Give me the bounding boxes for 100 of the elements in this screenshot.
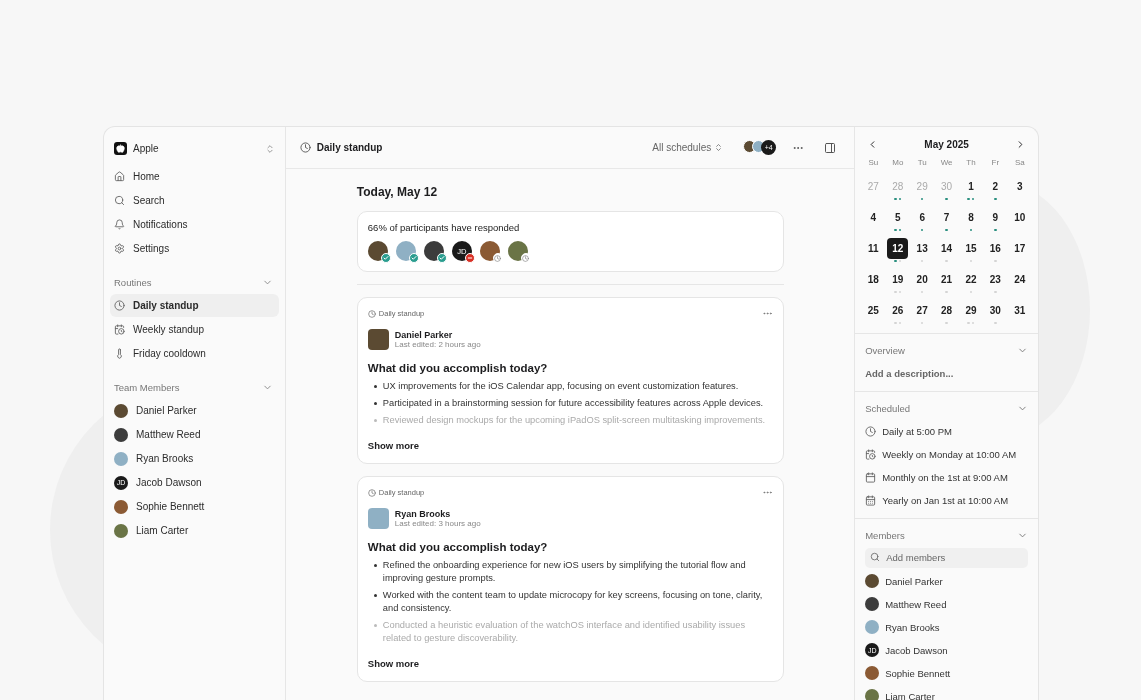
member-item[interactable]: Liam Carter bbox=[110, 519, 279, 542]
calendar-day[interactable]: 27 bbox=[911, 300, 933, 321]
calendar-clock-icon bbox=[865, 449, 877, 460]
author-name: Daniel Parker bbox=[394, 330, 454, 340]
nav-item[interactable]: Home bbox=[110, 165, 279, 188]
section-title: Overview bbox=[865, 344, 905, 356]
calendar-day[interactable]: 30 bbox=[984, 300, 1006, 321]
member-item[interactable]: Matthew Reed bbox=[865, 592, 1028, 616]
calendar-day[interactable]: 29 bbox=[960, 300, 982, 321]
member-item[interactable]: Sophie Bennett bbox=[110, 495, 279, 518]
weekday-label: Su bbox=[867, 158, 880, 169]
calendar-day[interactable]: 5 bbox=[887, 207, 909, 228]
description-field[interactable]: Add a description... bbox=[865, 368, 1028, 379]
calendar-icon bbox=[865, 472, 877, 483]
avatar bbox=[114, 427, 128, 442]
member-item[interactable]: Liam Carter bbox=[865, 684, 1028, 700]
nav-item[interactable]: Search bbox=[110, 189, 279, 212]
calendar-day[interactable]: 16 bbox=[984, 238, 1006, 259]
weekday-label: Mo bbox=[891, 158, 905, 169]
date-heading: Today, May 12 bbox=[356, 185, 439, 199]
calendar-day[interactable]: 28 bbox=[936, 300, 958, 321]
calendar-day[interactable]: 26 bbox=[887, 300, 909, 321]
workspace-switcher[interactable]: Apple bbox=[110, 137, 279, 160]
schedule-text: Daily at 5:00 PM bbox=[882, 426, 952, 437]
answer-text: Refined the onboarding experience for new iOS users by simplifying the tutorial flow and improving gesture prompts. bbox=[382, 559, 747, 585]
avatar bbox=[114, 451, 128, 466]
bullet-icon bbox=[373, 624, 377, 627]
member-item[interactable]: Sophie Bennett bbox=[865, 661, 1028, 685]
calendar-day[interactable]: 17 bbox=[1009, 238, 1031, 259]
answer-text: Worked with the content team to update microcopy for key screens, focusing on tone, clarity, and consistency. bbox=[382, 589, 764, 615]
weekday-label: Sa bbox=[1013, 158, 1026, 169]
member-item[interactable]: Daniel Parker bbox=[865, 569, 1028, 593]
month-title: May 2025 bbox=[924, 139, 969, 150]
clock-icon bbox=[299, 142, 311, 153]
calendar-day[interactable]: 24 bbox=[1009, 269, 1031, 290]
show-more-link[interactable]: Show more bbox=[367, 658, 419, 669]
calendar-day[interactable]: 21 bbox=[936, 269, 958, 290]
calendar-day[interactable]: 20 bbox=[911, 269, 933, 290]
calendar-day[interactable]: 2 bbox=[984, 176, 1006, 197]
weekday-label: We bbox=[939, 158, 954, 169]
calendar-day[interactable]: 22 bbox=[960, 269, 982, 290]
avatar bbox=[865, 689, 880, 700]
calendar-day[interactable]: 9 bbox=[984, 207, 1006, 228]
section-title: Routines bbox=[114, 276, 152, 288]
weekday-label: Fr bbox=[990, 158, 1001, 169]
calendar-day[interactable]: 31 bbox=[1009, 300, 1031, 321]
calendar-day[interactable]: 25 bbox=[862, 300, 884, 321]
nav-item[interactable]: Settings bbox=[110, 237, 279, 260]
schedule-text: Yearly on Jan 1st at 10:00 AM bbox=[882, 495, 1009, 506]
routine-item[interactable]: Weekly standup bbox=[110, 318, 279, 341]
weekday-label: Th bbox=[965, 158, 977, 169]
routine-item[interactable]: Daily standup bbox=[110, 294, 279, 317]
calendar-day[interactable]: 15 bbox=[960, 238, 982, 259]
calendar-day[interactable]: 19 bbox=[887, 269, 909, 290]
avatar bbox=[865, 597, 880, 611]
apple-logo-icon bbox=[114, 142, 127, 155]
avatar bbox=[114, 523, 128, 538]
schedule-filter[interactable]: All schedules bbox=[652, 142, 724, 153]
search-icon bbox=[114, 195, 125, 206]
show-more-link[interactable]: Show more bbox=[367, 440, 419, 451]
calendar-icon bbox=[865, 495, 877, 506]
calendar-day[interactable]: 14 bbox=[936, 238, 958, 259]
section-title: Team Members bbox=[114, 381, 180, 393]
page-title: Daily standup bbox=[316, 142, 384, 153]
nav-item[interactable]: Notifications bbox=[110, 213, 279, 236]
calendar-day[interactable]: 1 bbox=[960, 176, 982, 197]
avatar bbox=[865, 620, 880, 634]
member-item[interactable]: Daniel Parker bbox=[110, 399, 279, 422]
bullet-icon bbox=[373, 385, 377, 388]
calendar-day[interactable]: 12 bbox=[887, 238, 909, 259]
routine-item[interactable]: Friday cooldown bbox=[110, 342, 279, 365]
section-title: Scheduled bbox=[865, 402, 911, 414]
member-item[interactable]: Ryan Brooks bbox=[865, 615, 1028, 639]
bullet-icon bbox=[373, 594, 377, 597]
calendar-day[interactable]: 10 bbox=[1009, 207, 1031, 228]
add-members-field[interactable]: Add members bbox=[865, 547, 1028, 568]
answer-text: Participated in a brainstorming session for future accessibility features across Apple devices. bbox=[382, 397, 764, 410]
calendar-day[interactable]: 3 bbox=[1009, 176, 1031, 197]
calendar-day[interactable]: 7 bbox=[936, 207, 958, 228]
calendar-day[interactable]: 4 bbox=[862, 207, 884, 228]
bullet-icon bbox=[373, 402, 377, 405]
member-item[interactable]: Matthew Reed bbox=[110, 423, 279, 446]
member-item[interactable]: Ryan Brooks bbox=[110, 447, 279, 470]
clock-icon bbox=[367, 488, 376, 497]
calendar-day[interactable]: 6 bbox=[911, 207, 933, 228]
calendar-day[interactable]: 8 bbox=[960, 207, 982, 228]
calendar-day[interactable]: 18 bbox=[862, 269, 884, 290]
schedule-text: Weekly on Monday at 10:00 AM bbox=[882, 449, 1017, 460]
chevron-up-down-icon bbox=[264, 143, 275, 154]
bell-icon bbox=[114, 219, 125, 230]
avatar bbox=[865, 574, 880, 588]
clock-icon bbox=[865, 426, 877, 437]
question: What did you accomplish today? bbox=[367, 541, 549, 553]
calendar-day[interactable]: 11 bbox=[862, 238, 884, 259]
clock-icon bbox=[114, 300, 125, 311]
response-summary: 66% of participants have responded bbox=[367, 222, 521, 233]
photo-placeholder bbox=[367, 329, 389, 350]
calendar-day[interactable]: 23 bbox=[984, 269, 1006, 290]
author-name: Ryan Brooks bbox=[394, 509, 452, 519]
calendar-day[interactable]: 13 bbox=[911, 238, 933, 259]
